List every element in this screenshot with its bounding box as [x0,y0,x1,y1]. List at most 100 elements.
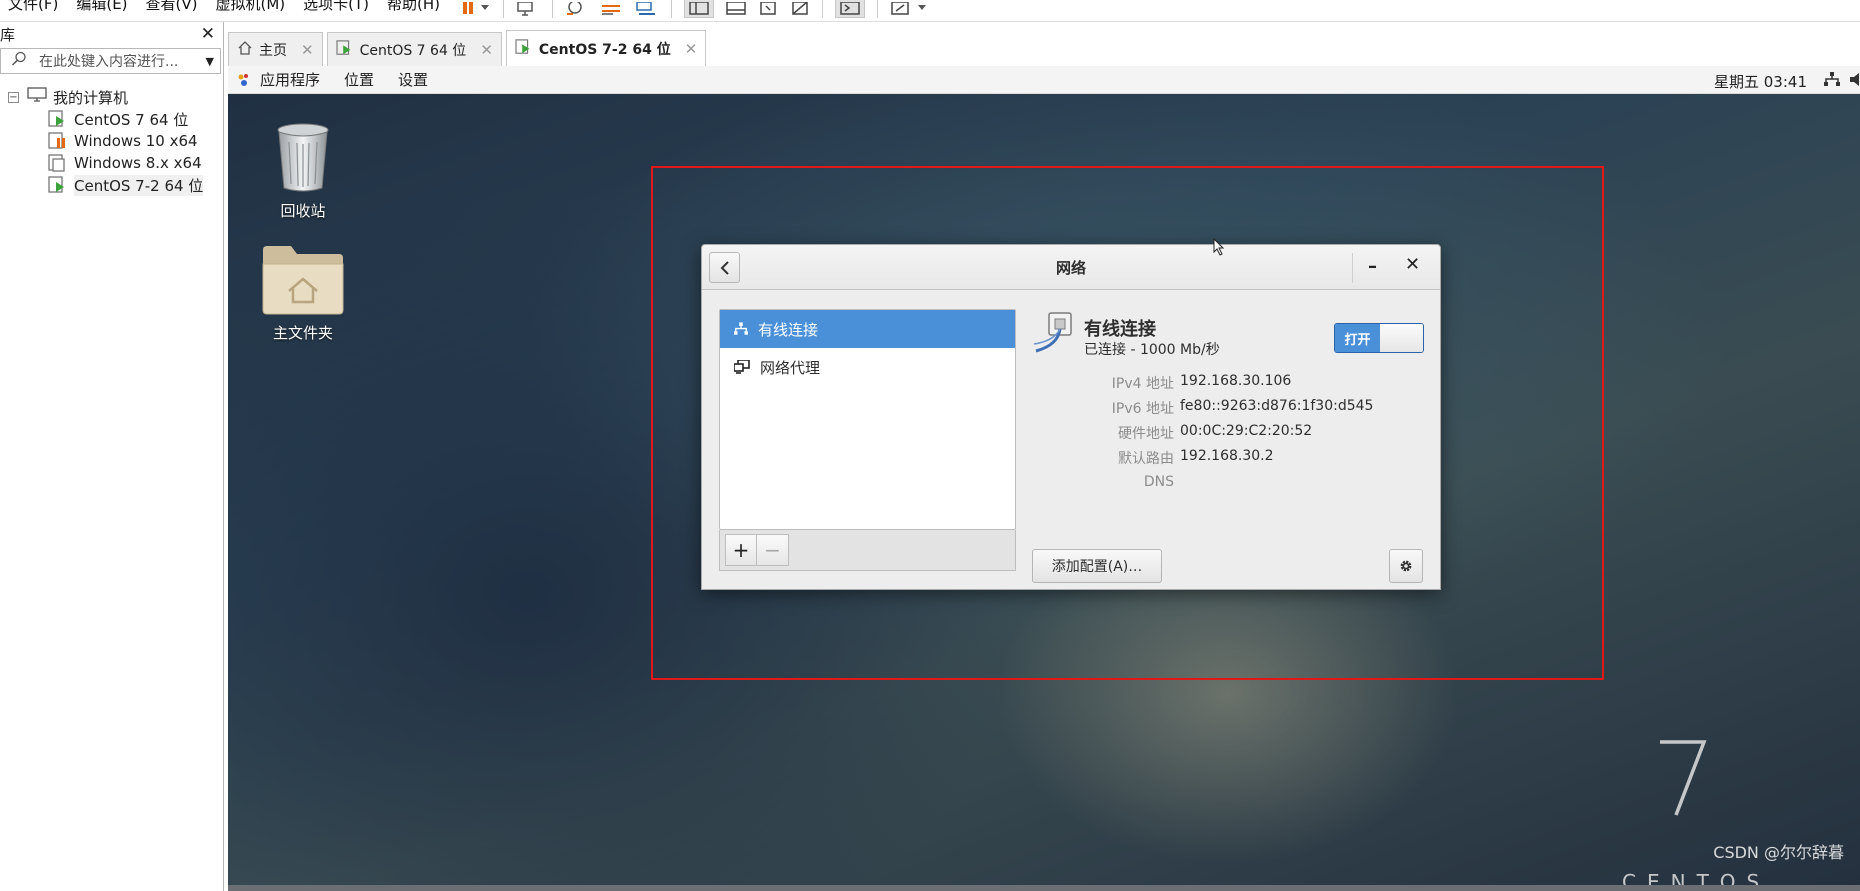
network-proxy-icon [734,360,750,374]
minimize-icon[interactable]: – [1368,256,1377,277]
tree-root-label: 我的计算机 [53,88,129,107]
guest-top-panel: 应用程序 位置 设置 星期五 03:41 [228,66,1860,94]
dialog-title: 网络 [1055,259,1086,277]
vm-running-icon [336,39,354,60]
library-panel: 库 ✕ 在此处键入内容进行... ▼ − 我的计算机 CentOS 7 64 位… [0,22,224,891]
unity-icon[interactable] [790,0,810,18]
fullscreen-icon[interactable] [758,0,778,18]
close-icon[interactable]: ✕ [1405,254,1420,275]
vm-tab-bar: 主页 ✕ CentOS 7 64 位 ✕ CentOS 7-2 64 位 ✕ [228,30,710,66]
library-view-icon[interactable] [684,0,714,18]
library-header: 库 ✕ [0,22,223,46]
snapshot-icon[interactable] [565,0,587,18]
collapse-icon[interactable]: − [8,91,19,103]
connection-settings-button[interactable] [1389,549,1423,583]
close-icon[interactable]: ✕ [201,24,215,44]
tree-item-centos7-2[interactable]: CentOS 7-2 64 位 [0,174,223,196]
property-value: fe80::9263:d876:1f30:d545 [1180,398,1374,414]
property-value: 192.168.30.2 [1180,448,1274,464]
trash-icon [277,123,329,192]
menu-file[interactable]: 文件(F) [0,0,67,12]
places-menu[interactable]: 位置 [332,69,386,90]
menu-view[interactable]: 查看(V) [137,0,207,12]
search-placeholder: 在此处键入内容进行... [39,54,179,70]
close-icon[interactable]: ✕ [685,40,698,58]
list-item-proxy[interactable]: 网络代理 [720,348,1015,386]
network-icon[interactable] [1824,72,1840,91]
property-key: DNS [1143,474,1174,490]
property-key: 默认路由 [1118,451,1174,467]
desktop-icon-home-folder[interactable]: 主文件夹 [243,244,363,343]
menu-edit[interactable]: 编辑(E) [67,0,136,12]
vm-running-icon [48,176,64,193]
add-profile-button[interactable]: 添加配置(A)… [1032,549,1162,583]
network-settings-dialog: 网络 – ✕ 有线连接 网络代理 + − 有线连接 已连接 - 1000 Mb/… [701,244,1441,590]
volume-icon[interactable] [1849,72,1860,91]
menu-tabs[interactable]: 选项卡(T) [294,0,378,12]
remove-connection-button[interactable]: − [757,534,789,566]
ethernet-cable-icon [1033,312,1072,353]
add-connection-button[interactable]: + [725,534,757,566]
tab-home[interactable]: 主页 ✕ [228,32,323,66]
network-device-list: 有线连接 网络代理 [719,309,1016,530]
tab-label: 主页 [259,42,287,59]
pause-icon[interactable] [461,0,491,18]
tree-item-windows10[interactable]: Windows 10 x64 [0,130,223,152]
tree-item-label: Windows 8.x x64 [74,154,202,172]
dialog-header: 网络 – ✕ [702,245,1440,290]
toolbar-separator [552,0,553,18]
applications-menu[interactable]: 应用程序 [228,69,332,90]
list-item-wired[interactable]: 有线连接 [720,310,1015,348]
header-divider [1352,253,1353,283]
send-keys-icon[interactable] [516,0,540,18]
centos-seven-logo [1660,740,1707,816]
connection-status: 已连接 - 1000 Mb/秒 [1084,342,1220,358]
toggle-on-label: 打开 [1335,324,1380,352]
chevron-down-icon[interactable]: ▼ [206,55,214,68]
stretch-view-icon[interactable] [890,0,930,18]
home-icon [237,40,253,59]
list-toolbar: + − [719,530,1016,571]
library-search-input[interactable]: 在此处键入内容进行... ▼ [0,48,221,74]
property-key: 硬件地址 [1118,426,1174,442]
tab-label: CentOS 7-2 64 位 [538,41,671,58]
property-value: 00:0C:29:C2:20:52 [1180,423,1313,439]
mouse-cursor-icon [1213,238,1225,256]
tree-item-centos7[interactable]: CentOS 7 64 位 [0,108,223,130]
toolbar [455,0,936,22]
toolbar-separator [877,0,878,18]
connection-toggle-switch[interactable]: 打开 [1334,323,1424,353]
toolbar-separator [671,0,672,18]
thumbnail-view-icon[interactable] [726,0,746,18]
property-key: IPv6 地址 [1111,401,1174,417]
library-title: 库 [0,25,16,44]
menu-help[interactable]: 帮助(H) [378,0,449,12]
folder-home-icon [262,246,344,315]
list-item-label: 网络代理 [760,358,821,377]
guest-desktop[interactable]: 回收站 主文件夹 网络 – ✕ 有线连接 网络代理 + − 有线连接 已连接 -… [228,94,1860,891]
snapshot-manager-icon[interactable] [635,0,659,18]
tree-root-my-computer[interactable]: − 我的计算机 [0,86,223,108]
tab-centos7-2[interactable]: CentOS 7-2 64 位 ✕ [505,30,707,66]
revert-snapshot-icon[interactable] [599,0,623,18]
property-value: 192.168.30.106 [1180,373,1292,389]
connection-details: 有线连接 已连接 - 1000 Mb/秒 打开 IPv4 地址 192.168.… [1032,303,1432,583]
computer-icon [27,87,47,107]
desktop-icon-trash[interactable]: 回收站 [243,122,363,221]
connection-name: 有线连接 [1084,319,1156,340]
tree-item-label: Windows 10 x64 [74,132,198,150]
menu-vm[interactable]: 虚拟机(M) [207,0,295,12]
gnome-foot-icon [238,73,248,86]
tree-item-windows8[interactable]: Windows 8.x x64 [0,152,223,174]
tab-centos7[interactable]: CentOS 7 64 位 ✕ [326,32,502,66]
list-item-label: 有线连接 [758,320,819,339]
close-icon[interactable]: ✕ [480,41,493,59]
close-icon[interactable]: ✕ [301,41,314,59]
console-view-icon[interactable] [835,0,865,18]
vm-paused-icon [48,132,65,149]
tree-item-label: CentOS 7 64 位 [74,110,189,129]
desktop-icon-label: 回收站 [280,202,326,220]
clock[interactable]: 星期五 03:41 [1714,71,1807,92]
settings-menu[interactable]: 设置 [386,69,440,90]
vm-tree: − 我的计算机 CentOS 7 64 位 Windows 10 x64 Win… [0,86,223,196]
